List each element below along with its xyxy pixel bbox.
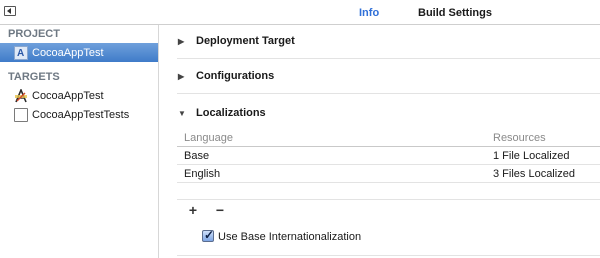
table-row[interactable]: English 3 Files Localized	[177, 165, 600, 183]
table-header: Language Resources	[177, 129, 600, 147]
group-label: Localizations	[196, 107, 266, 119]
project-navigator-sidebar: PROJECT A CocoaAppTest TARGETS CocoaAppT…	[0, 25, 159, 258]
test-bundle-icon	[14, 107, 28, 122]
language-cell: Base	[184, 150, 210, 162]
divider	[177, 93, 600, 94]
group-label: Deployment Target	[196, 35, 295, 47]
project-section-header: PROJECT	[8, 28, 60, 40]
group-label: Configurations	[196, 70, 275, 82]
triangle-left-icon	[7, 8, 11, 14]
sidebar-item-label: CocoaAppTest	[32, 89, 104, 102]
use-base-internationalization-checkbox[interactable]: ✓	[202, 228, 215, 242]
group-deployment-target[interactable]: ▶ Deployment Target	[178, 35, 295, 47]
disclosure-expanded-icon: ▼	[178, 108, 186, 118]
group-localizations[interactable]: ▼ Localizations	[178, 107, 266, 119]
checkmark-icon: ✓	[204, 228, 215, 242]
xcode-project-icon: A	[14, 45, 28, 60]
targets-section-header: TARGETS	[8, 71, 60, 83]
navigator-toggle-button[interactable]	[4, 6, 16, 16]
add-localization-button[interactable]: +	[186, 203, 200, 217]
table-bottom-divider	[177, 199, 600, 200]
sidebar-item-label: CocoaAppTest	[32, 46, 104, 59]
language-cell: English	[184, 168, 221, 180]
resources-cell: 3 Files Localized	[493, 168, 575, 180]
column-header-language[interactable]: Language	[184, 132, 233, 144]
sidebar-item-project[interactable]: A CocoaAppTest	[0, 43, 158, 62]
sidebar-item-target-tests[interactable]: CocoaAppTestTests	[0, 105, 158, 124]
table-row[interactable]: Base 1 File Localized	[177, 147, 600, 165]
sidebar-item-label: CocoaAppTestTests	[32, 108, 130, 121]
group-configurations[interactable]: ▶ Configurations	[178, 70, 274, 82]
editor-tab-bar: Info Build Settings	[0, 0, 600, 25]
remove-localization-button[interactable]: −	[213, 203, 227, 217]
localizations-table: Language Resources Base 1 File Localized…	[177, 129, 600, 183]
resources-cell: 1 File Localized	[493, 150, 570, 162]
app-target-icon	[14, 87, 28, 103]
divider	[177, 58, 600, 59]
use-base-internationalization-label: Use Base Internationalization	[218, 231, 362, 243]
project-editor-main: ▶ Deployment Target ▶ Configurations ▼ L…	[160, 25, 600, 258]
tab-build-settings[interactable]: Build Settings	[418, 7, 492, 19]
disclosure-collapsed-icon: ▶	[178, 36, 185, 46]
tab-info[interactable]: Info	[359, 7, 379, 19]
disclosure-collapsed-icon: ▶	[178, 71, 185, 81]
divider	[177, 255, 600, 256]
sidebar-item-target-app[interactable]: CocoaAppTest	[0, 86, 158, 105]
column-header-resources[interactable]: Resources	[493, 132, 546, 144]
